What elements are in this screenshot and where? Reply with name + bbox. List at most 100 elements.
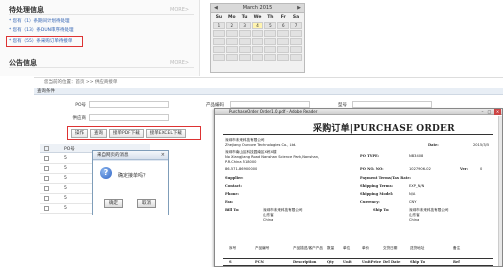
divider [9,14,194,15]
row-checkbox[interactable] [44,156,49,161]
row-checkbox[interactable] [44,186,49,191]
phone-label: Phone: [225,192,239,196]
pdf-scrollbar[interactable] [498,116,502,266]
calendar-day[interactable] [225,46,238,53]
calendar-day[interactable]: 1 [213,22,225,29]
calendar-day[interactable] [277,46,290,53]
company-line: Zhejiang Ourcore Technologies Co., Ltd. [225,143,297,147]
supplier-input[interactable] [89,114,169,121]
calendar-day[interactable] [225,38,238,45]
calendar-day[interactable] [290,30,302,37]
close-window-icon[interactable]: × [494,109,501,115]
calendar-day[interactable] [277,38,290,45]
calendar-day[interactable]: 2 [225,22,238,29]
excel-download-button[interactable]: 接单EXCEL下载 [145,128,186,138]
calendar-day[interactable] [264,30,277,37]
todo-item-orders[interactable]: * 您有（55）条采购订单待接单 [9,38,72,46]
shipping-terms-value: EXP_N/N [409,184,425,188]
notice-more-link[interactable]: MORE> [170,60,189,66]
dialog-title: 来自网页的消息 [93,151,168,160]
calendar-day[interactable] [213,54,225,61]
calendar-dow: Th [267,15,274,20]
pdf-window-title: PurchaseOrder Order1.0.pdf - Adobe Reade… [215,109,502,115]
calendar-day[interactable] [225,54,238,61]
calendar-day[interactable] [238,54,251,61]
calendar-day[interactable] [290,54,302,61]
calendar-day[interactable] [251,46,264,53]
calendar-day[interactable] [290,38,302,45]
calendar-dow: Mo [227,15,236,20]
cancel-button[interactable]: 取消 [137,199,156,208]
row-checkbox[interactable] [44,176,49,181]
calendar-day[interactable] [213,38,225,45]
company-line: 86-571-86900000 [225,167,258,171]
calendar-day[interactable] [213,46,225,53]
calendar-day[interactable]: 5 [264,22,277,29]
query-section-bar: 查询条件 [34,88,503,95]
bill-to-line: China [263,218,274,222]
close-icon[interactable]: × [161,151,165,160]
pdf-col-header: 单价 [362,246,370,250]
row-po-cell: 5 [64,156,67,161]
row-checkbox[interactable] [44,196,49,201]
calendar-day[interactable] [213,30,225,37]
calendar-day[interactable] [251,54,264,61]
query-button[interactable]: 查询 [90,128,107,138]
todo-more-link[interactable]: MORE> [170,7,189,13]
operate-button[interactable]: 操作 [71,128,88,138]
shipping-model-value: N/A [409,192,416,196]
supplier-label: 供应商 [72,116,87,121]
calendar-day[interactable] [264,46,277,53]
calendar-day[interactable] [277,30,290,37]
pdf-col-header-en: Unit [343,260,352,264]
calendar-day[interactable] [238,46,251,53]
calendar-dow: Su [215,15,223,20]
calendar-day[interactable] [225,30,238,37]
breadcrumb: 您当前的位置：首页 >> 供应商接单 [44,80,118,85]
select-all-checkbox[interactable] [44,146,49,151]
row-po-cell: 5 [64,166,67,171]
calendar-day[interactable]: 4 [251,22,264,29]
calendar-day[interactable] [264,54,277,61]
pdf-col-header-en: Del Date [383,260,401,264]
maximize-icon[interactable]: □ [486,109,493,115]
divider [9,67,194,68]
calendar-day[interactable] [251,38,264,45]
ship-to-line: China [409,218,420,222]
row-checkbox[interactable] [44,206,49,211]
po-input[interactable] [89,101,169,108]
todo-item-dun[interactable]: * 您有（13）条DUN审序待处理 [9,27,74,35]
po-type-label: PO TYPE: [360,154,380,158]
divider [223,134,493,135]
calendar-day[interactable] [290,46,302,53]
model-input[interactable] [352,101,432,108]
bill-to-label: Bill To: [225,208,240,212]
calendar-day[interactable] [264,38,277,45]
todo-item-plan[interactable]: * 您有（1）条期间计划待处理 [9,18,70,26]
next-month-icon[interactable]: ▶ [297,4,301,13]
calendar-dow: Sa [292,15,300,20]
row-checkbox[interactable] [44,166,49,171]
product-input[interactable] [230,101,310,108]
calendar-header: ◀ March 2015 ▶ [211,4,304,13]
calendar-day[interactable]: 3 [238,22,251,29]
ver-value: 0 [480,167,483,171]
calendar-day[interactable] [251,30,264,37]
calendar-day[interactable]: 7 [290,22,302,29]
calendar-day[interactable] [277,54,290,61]
row-po-cell: 5 [64,196,67,201]
calendar-day[interactable]: 6 [277,22,290,29]
shipping-model-label: Shipping Model: [360,192,394,196]
ok-button[interactable]: 确定 [104,199,123,208]
dialog-message: 确定接单吗？ [118,173,149,179]
po-heading: 采购订单|PURCHASE ORDER [313,124,455,134]
pdf-download-button[interactable]: 接单PDF下载 [109,128,144,138]
prev-month-icon[interactable]: ◀ [214,4,218,13]
divider [223,258,493,259]
minimize-icon[interactable]: – [479,109,486,115]
calendar-month: March 2015 [242,5,273,11]
company-line: No Xiangjiang Road Nanshan Science Park,… [225,155,320,159]
calendar-day[interactable] [238,30,251,37]
pdf-col-header-en: UnitPrice [362,260,382,264]
calendar-day[interactable] [238,38,251,45]
